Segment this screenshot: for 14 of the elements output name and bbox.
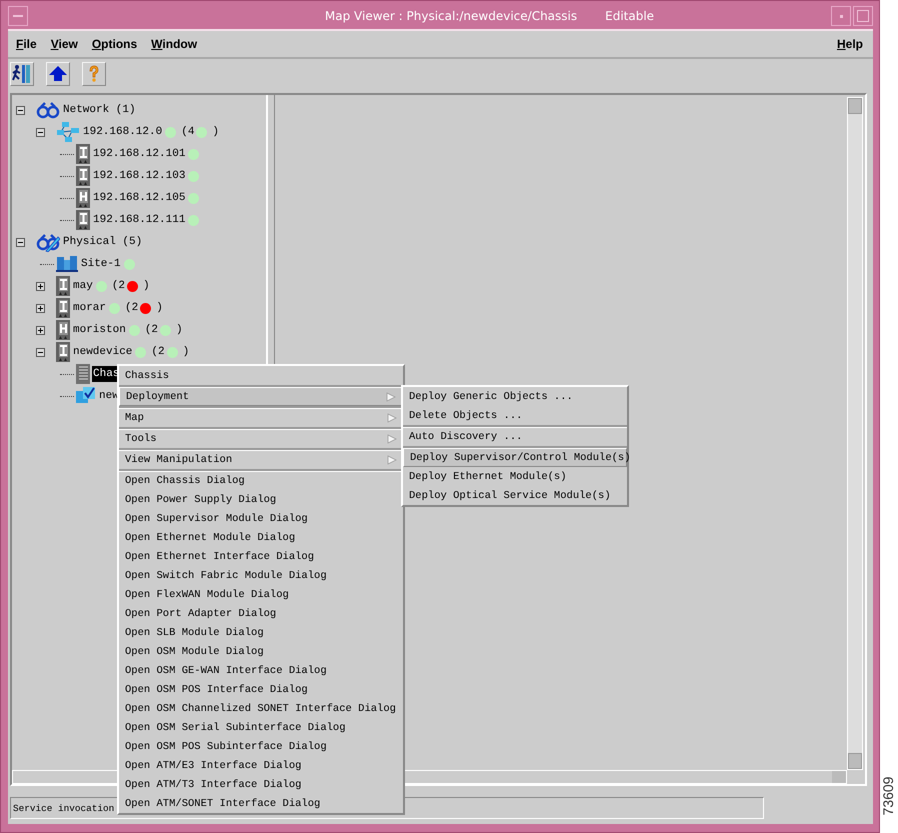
status-text: Service invocation bbox=[13, 802, 114, 814]
figure-number: 73609 bbox=[880, 776, 897, 818]
window-mode: Editable bbox=[605, 9, 654, 23]
child-count: (2 bbox=[125, 302, 138, 314]
window-title: Map Viewer : Physical:/newdevice/Chassis bbox=[324, 9, 578, 23]
closing-parenthesis: ) bbox=[143, 280, 150, 292]
child-count: (2 bbox=[151, 346, 165, 358]
closing-parenthesis: ) bbox=[176, 324, 183, 336]
closing-parenthesis: ) bbox=[182, 346, 190, 358]
child-count: (4 bbox=[181, 126, 194, 138]
closing-parenthesis: ) bbox=[212, 126, 220, 138]
child-count: (2 bbox=[144, 324, 158, 336]
closing-parenthesis: ) bbox=[156, 302, 163, 314]
child-count: (2 bbox=[112, 280, 126, 292]
